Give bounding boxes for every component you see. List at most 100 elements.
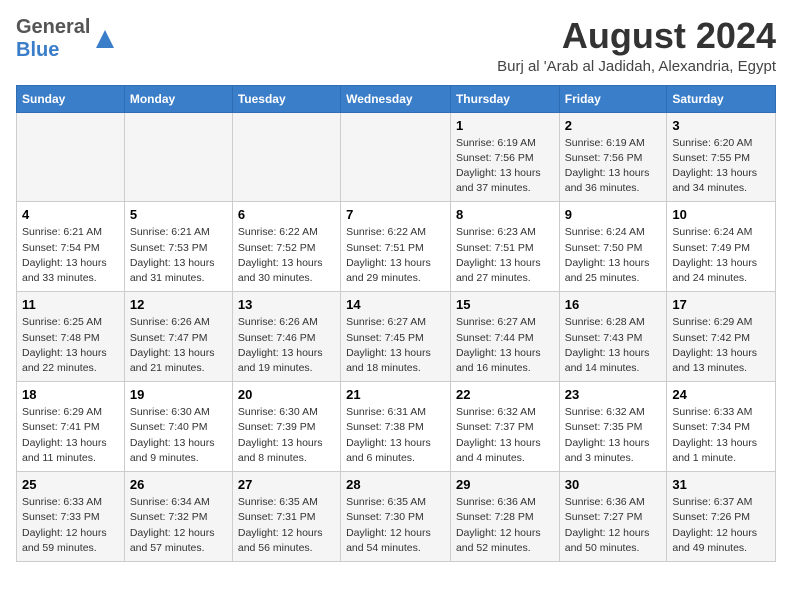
logo-general: General xyxy=(16,16,90,38)
day-number: 12 xyxy=(130,297,227,312)
day-info: Sunrise: 6:24 AM Sunset: 7:50 PM Dayligh… xyxy=(565,225,662,286)
day-info: Sunrise: 6:24 AM Sunset: 7:49 PM Dayligh… xyxy=(672,225,770,286)
day-info: Sunrise: 6:35 AM Sunset: 7:30 PM Dayligh… xyxy=(346,495,445,556)
day-number: 11 xyxy=(22,297,119,312)
calendar-cell: 20 Sunrise: 6:30 AM Sunset: 7:39 PM Dayli… xyxy=(232,382,340,472)
day-info: Sunrise: 6:19 AM Sunset: 7:56 PM Dayligh… xyxy=(456,136,554,197)
day-info: Sunrise: 6:35 AM Sunset: 7:31 PM Dayligh… xyxy=(238,495,335,556)
day-number: 23 xyxy=(565,387,662,402)
calendar-cell: 9 Sunrise: 6:24 AM Sunset: 7:50 PM Daylig… xyxy=(559,202,667,292)
calendar-cell: 7Sunrise: 6:22 AM Sunset: 7:51 PM Daylig… xyxy=(341,202,451,292)
day-info: Sunrise: 6:29 AM Sunset: 7:42 PM Dayligh… xyxy=(672,315,770,376)
calendar-cell: 13 Sunrise: 6:26 AM Sunset: 7:46 PM Dayli… xyxy=(232,292,340,382)
day-number: 5 xyxy=(130,207,227,222)
calendar-week-row: 4Sunrise: 6:21 AM Sunset: 7:54 PM Daylig… xyxy=(17,202,776,292)
logo-icon xyxy=(94,28,116,50)
day-info: Sunrise: 6:28 AM Sunset: 7:43 PM Dayligh… xyxy=(565,315,662,376)
day-info: Sunrise: 6:21 AM Sunset: 7:53 PM Dayligh… xyxy=(130,225,227,286)
day-info: Sunrise: 6:37 AM Sunset: 7:26 PM Dayligh… xyxy=(672,495,770,556)
day-info: Sunrise: 6:33 AM Sunset: 7:34 PM Dayligh… xyxy=(672,405,770,466)
day-number: 18 xyxy=(22,387,119,402)
day-info: Sunrise: 6:22 AM Sunset: 7:51 PM Dayligh… xyxy=(346,225,445,286)
day-number: 28 xyxy=(346,477,445,492)
day-number: 27 xyxy=(238,477,335,492)
calendar-cell: 27 Sunrise: 6:35 AM Sunset: 7:31 PM Dayli… xyxy=(232,472,340,562)
day-number: 8 xyxy=(456,207,554,222)
day-info: Sunrise: 6:23 AM Sunset: 7:51 PM Dayligh… xyxy=(456,225,554,286)
calendar-cell: 6 Sunrise: 6:22 AM Sunset: 7:52 PM Daylig… xyxy=(232,202,340,292)
day-number: 16 xyxy=(565,297,662,312)
calendar-cell xyxy=(232,112,340,202)
weekday-header-wednesday: Wednesday xyxy=(341,85,451,112)
calendar-cell: 10 Sunrise: 6:24 AM Sunset: 7:49 PM Dayli… xyxy=(667,202,776,292)
calendar-table: SundayMondayTuesdayWednesdayThursdayFrid… xyxy=(16,85,776,562)
calendar-cell: 4Sunrise: 6:21 AM Sunset: 7:54 PM Daylig… xyxy=(17,202,125,292)
logo-blue: Blue xyxy=(16,39,59,61)
calendar-cell: 1Sunrise: 6:19 AM Sunset: 7:56 PM Daylig… xyxy=(450,112,559,202)
weekday-header-sunday: Sunday xyxy=(17,85,125,112)
calendar-cell: 23Sunrise: 6:32 AM Sunset: 7:35 PM Dayli… xyxy=(559,382,667,472)
calendar-cell: 22 Sunrise: 6:32 AM Sunset: 7:37 PM Dayli… xyxy=(450,382,559,472)
day-number: 20 xyxy=(238,387,335,402)
day-number: 10 xyxy=(672,207,770,222)
day-number: 9 xyxy=(565,207,662,222)
weekday-header-tuesday: Tuesday xyxy=(232,85,340,112)
calendar-cell: 26 Sunrise: 6:34 AM Sunset: 7:32 PM Dayli… xyxy=(124,472,232,562)
calendar-cell: 30 Sunrise: 6:36 AM Sunset: 7:27 PM Dayli… xyxy=(559,472,667,562)
day-number: 13 xyxy=(238,297,335,312)
calendar-cell: 15Sunrise: 6:27 AM Sunset: 7:44 PM Dayli… xyxy=(450,292,559,382)
day-info: Sunrise: 6:32 AM Sunset: 7:37 PM Dayligh… xyxy=(456,405,554,466)
day-info: Sunrise: 6:33 AM Sunset: 7:33 PM Dayligh… xyxy=(22,495,119,556)
day-info: Sunrise: 6:22 AM Sunset: 7:52 PM Dayligh… xyxy=(238,225,335,286)
subtitle: Burj al 'Arab al Jadidah, Alexandria, Eg… xyxy=(497,58,776,75)
day-info: Sunrise: 6:25 AM Sunset: 7:48 PM Dayligh… xyxy=(22,315,119,376)
calendar-cell: 17 Sunrise: 6:29 AM Sunset: 7:42 PM Dayli… xyxy=(667,292,776,382)
day-info: Sunrise: 6:29 AM Sunset: 7:41 PM Dayligh… xyxy=(22,405,119,466)
day-info: Sunrise: 6:34 AM Sunset: 7:32 PM Dayligh… xyxy=(130,495,227,556)
day-number: 3 xyxy=(672,118,770,133)
day-number: 15 xyxy=(456,297,554,312)
day-info: Sunrise: 6:26 AM Sunset: 7:47 PM Dayligh… xyxy=(130,315,227,376)
weekday-header-friday: Friday xyxy=(559,85,667,112)
calendar-cell: 16 Sunrise: 6:28 AM Sunset: 7:43 PM Dayli… xyxy=(559,292,667,382)
day-info: Sunrise: 6:31 AM Sunset: 7:38 PM Dayligh… xyxy=(346,405,445,466)
calendar-cell: 2Sunrise: 6:19 AM Sunset: 7:56 PM Daylig… xyxy=(559,112,667,202)
day-info: Sunrise: 6:20 AM Sunset: 7:55 PM Dayligh… xyxy=(672,136,770,197)
calendar-cell xyxy=(341,112,451,202)
day-info: Sunrise: 6:30 AM Sunset: 7:40 PM Dayligh… xyxy=(130,405,227,466)
calendar-cell: 21 Sunrise: 6:31 AM Sunset: 7:38 PM Dayli… xyxy=(341,382,451,472)
calendar-cell: 31 Sunrise: 6:37 AM Sunset: 7:26 PM Dayli… xyxy=(667,472,776,562)
day-number: 17 xyxy=(672,297,770,312)
day-number: 19 xyxy=(130,387,227,402)
calendar-week-row: 11 Sunrise: 6:25 AM Sunset: 7:48 PM Dayli… xyxy=(17,292,776,382)
day-info: Sunrise: 6:36 AM Sunset: 7:27 PM Dayligh… xyxy=(565,495,662,556)
calendar-cell: 14Sunrise: 6:27 AM Sunset: 7:45 PM Dayli… xyxy=(341,292,451,382)
day-info: Sunrise: 6:19 AM Sunset: 7:56 PM Dayligh… xyxy=(565,136,662,197)
day-number: 26 xyxy=(130,477,227,492)
weekday-header-row: SundayMondayTuesdayWednesdayThursdayFrid… xyxy=(17,85,776,112)
day-number: 21 xyxy=(346,387,445,402)
main-title: August 2024 xyxy=(497,16,776,56)
title-area: August 2024 Burj al 'Arab al Jadidah, Al… xyxy=(497,16,776,75)
calendar-cell: 12 Sunrise: 6:26 AM Sunset: 7:47 PM Dayli… xyxy=(124,292,232,382)
calendar-cell xyxy=(124,112,232,202)
day-info: Sunrise: 6:30 AM Sunset: 7:39 PM Dayligh… xyxy=(238,405,335,466)
day-info: Sunrise: 6:26 AM Sunset: 7:46 PM Dayligh… xyxy=(238,315,335,376)
page-header: General Blue August 2024 Burj al 'Arab a… xyxy=(16,16,776,75)
day-number: 25 xyxy=(22,477,119,492)
weekday-header-saturday: Saturday xyxy=(667,85,776,112)
calendar-cell: 29Sunrise: 6:36 AM Sunset: 7:28 PM Dayli… xyxy=(450,472,559,562)
day-number: 31 xyxy=(672,477,770,492)
weekday-header-monday: Monday xyxy=(124,85,232,112)
day-number: 30 xyxy=(565,477,662,492)
day-number: 6 xyxy=(238,207,335,222)
calendar-cell: 28 Sunrise: 6:35 AM Sunset: 7:30 PM Dayli… xyxy=(341,472,451,562)
calendar-cell: 5 Sunrise: 6:21 AM Sunset: 7:53 PM Daylig… xyxy=(124,202,232,292)
calendar-week-row: 25 Sunrise: 6:33 AM Sunset: 7:33 PM Dayli… xyxy=(17,472,776,562)
day-info: Sunrise: 6:36 AM Sunset: 7:28 PM Dayligh… xyxy=(456,495,554,556)
day-number: 4 xyxy=(22,207,119,222)
day-number: 22 xyxy=(456,387,554,402)
calendar-cell: 25 Sunrise: 6:33 AM Sunset: 7:33 PM Dayli… xyxy=(17,472,125,562)
logo-text: General Blue xyxy=(16,16,90,62)
calendar-cell xyxy=(17,112,125,202)
